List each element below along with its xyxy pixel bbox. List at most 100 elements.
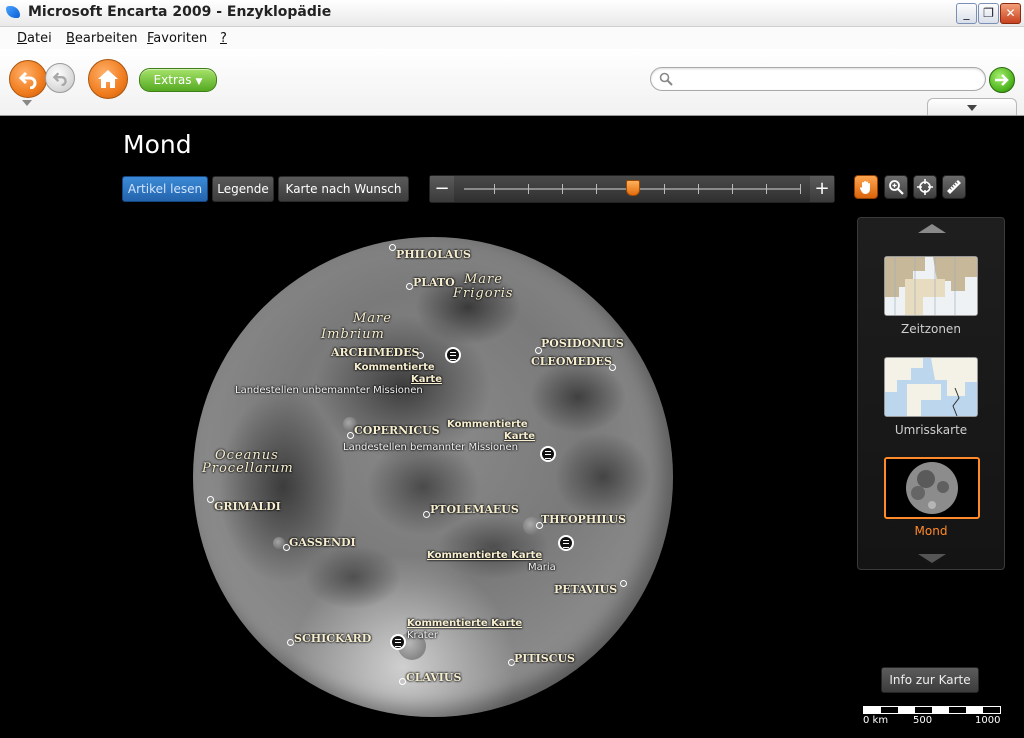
annotated-map-marker[interactable]: [558, 535, 574, 551]
sea-label-imbrium: Mare: [353, 311, 392, 326]
zoom-tick: [528, 184, 529, 194]
zoom-in-button[interactable]: +: [810, 176, 834, 202]
close-button[interactable]: ✕: [1000, 3, 1021, 24]
annotated-map-link[interactable]: Kommentierte Karte: [407, 618, 522, 629]
menu-favoriten[interactable]: Favoriten: [147, 31, 207, 46]
extras-button[interactable]: Extras ▼: [139, 68, 217, 92]
annotation-subtitle: Landestellen unbemannter Missionen: [235, 385, 423, 396]
menu-label: earbeiten: [74, 31, 138, 46]
crater-marker[interactable]: [389, 244, 396, 251]
forward-button[interactable]: [45, 63, 75, 93]
zoom-tick: [800, 184, 801, 194]
annotated-map-link[interactable]: Kommentierte: [447, 419, 528, 430]
outline-map-icon: [885, 358, 977, 416]
crater-marker[interactable]: [423, 511, 430, 518]
zoom-tick: [698, 184, 699, 194]
pan-tool-button[interactable]: [854, 175, 878, 199]
map-selector-panel: Zeitzonen Umrisskarte Mond: [857, 217, 1005, 570]
crater-marker[interactable]: [347, 432, 354, 439]
menu-label: avoriten: [153, 31, 208, 46]
crosshair-icon: [917, 179, 933, 195]
crater-label-gassendi: GASSENDI: [289, 536, 356, 549]
chevron-down-icon: [967, 105, 977, 111]
annotated-map-link[interactable]: Karte: [504, 431, 535, 442]
zoom-out-button[interactable]: −: [430, 176, 454, 202]
crater-marker[interactable]: [207, 496, 214, 503]
annotation-subtitle: Krater: [407, 630, 438, 641]
crater-marker[interactable]: [399, 678, 406, 685]
zoom-slider-thumb[interactable]: [626, 180, 640, 196]
legend-button[interactable]: Legende: [212, 176, 274, 202]
window-title: Microsoft Encarta 2009 - Enzyklopädie: [28, 4, 332, 20]
restore-button[interactable]: ❐: [978, 3, 999, 24]
moon-map[interactable]: PHILOLAUS PLATO ARCHIMEDES POSIDONIUS CL…: [193, 237, 673, 717]
menu-datei[interactable]: Datei: [17, 31, 52, 46]
window-titlebar: Microsoft Encarta 2009 - Enzyklopädie _ …: [0, 0, 1024, 27]
crater-marker[interactable]: [406, 283, 413, 290]
home-button[interactable]: [88, 59, 128, 99]
ruler-icon: [947, 180, 961, 194]
crater-label-grimaldi: GRIMALDI: [214, 500, 281, 513]
zoom-tick: [596, 184, 597, 194]
zoom-tool-button[interactable]: [884, 175, 908, 199]
scroll-up-icon[interactable]: [918, 224, 946, 233]
crater-marker[interactable]: [287, 639, 294, 646]
annotation-subtitle: Landestellen bemannter Missionen: [343, 442, 519, 453]
sea-label-frigoris: Frigoris: [453, 286, 514, 301]
hand-icon: [859, 181, 870, 194]
menu-bearbeiten[interactable]: Bearbeiten: [66, 31, 137, 46]
crater-label-copernicus: COPERNICUS: [354, 424, 440, 437]
crater-marker[interactable]: [620, 580, 627, 587]
back-button[interactable]: [9, 60, 47, 98]
map-info-button[interactable]: Info zur Karte: [881, 667, 979, 693]
crater-label-ptolemaeus: PTOLEMAEUS: [430, 503, 519, 516]
map-thumbnail-mond[interactable]: [884, 457, 980, 519]
list-icon: [563, 540, 569, 548]
search-input[interactable]: [679, 70, 979, 90]
locate-tool-button[interactable]: [913, 175, 937, 199]
scroll-down-icon[interactable]: [918, 554, 946, 563]
list-icon: [545, 451, 551, 459]
sea-label-imbrium: Imbrium: [321, 327, 385, 342]
annotated-map-marker[interactable]: [390, 634, 406, 650]
crater-label-cleomedes: CLEOMEDES: [531, 355, 612, 368]
crater-label-clavius: CLAVIUS: [406, 671, 462, 684]
scale-label: 500: [913, 715, 933, 726]
annotated-map-marker[interactable]: [445, 347, 461, 363]
annotated-map-link[interactable]: Karte: [411, 374, 442, 385]
time-zone-map-icon: [885, 257, 977, 315]
sea-label-frigoris: Mare: [464, 272, 503, 287]
zoom-tick: [562, 184, 563, 194]
sea-label-procellarum: Procellarum: [202, 461, 294, 476]
map-thumbnail-zeitzonen[interactable]: [884, 256, 978, 316]
crater-label-pitiscus: PITISCUS: [514, 652, 575, 665]
annotated-map-link[interactable]: Kommentierte: [354, 362, 435, 373]
map-thumbnail-umrisskarte[interactable]: [884, 357, 978, 417]
read-article-button[interactable]: Artikel lesen: [122, 176, 208, 202]
menu-mnemonic: B: [66, 31, 75, 46]
annotated-map-marker[interactable]: [540, 446, 556, 462]
crater-label-plato: PLATO: [413, 276, 455, 289]
page-title: Mond: [123, 130, 192, 159]
annotated-map-link[interactable]: Kommentierte Karte: [427, 550, 542, 561]
search-go-button[interactable]: [989, 67, 1015, 93]
minimize-button[interactable]: _: [956, 3, 977, 24]
crater-label-schickard: SCHICKARD: [294, 632, 372, 645]
menu-mnemonic: ?: [220, 31, 227, 46]
crater-label-theophilus: THEOPHILUS: [541, 513, 627, 526]
home-icon: [98, 70, 118, 88]
moon-thumbnail-icon: [886, 459, 978, 517]
zoom-control: − +: [429, 175, 835, 203]
menu-bar: Datei Bearbeiten Favoriten ?: [0, 27, 1024, 49]
measure-tool-button[interactable]: [942, 175, 966, 199]
magnifier-plus-icon: [889, 180, 904, 195]
history-dropdown-icon[interactable]: [22, 100, 32, 106]
tabs-dropdown-button[interactable]: [927, 98, 1017, 115]
main-toolbar: Extras ▼: [0, 49, 1024, 116]
back-arrow-icon: [18, 71, 37, 89]
menu-help[interactable]: ?: [220, 31, 227, 46]
menu-mnemonic: D: [17, 31, 28, 46]
annotation-subtitle: Maria: [528, 562, 556, 573]
custom-map-button[interactable]: Karte nach Wunsch: [278, 176, 409, 202]
moon-surface: [193, 237, 673, 717]
